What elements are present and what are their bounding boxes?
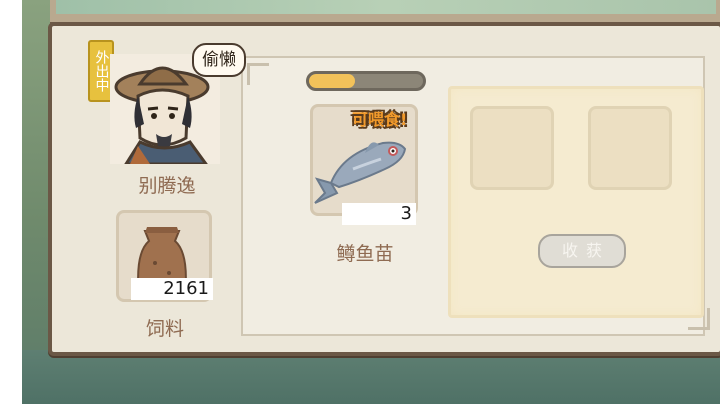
game-scene: 外出中 偷懒 别腾逸 2161 饲料 可喂食! 3 鳟鱼苗 收获 (22, 0, 720, 404)
harvest-button[interactable]: 收获 (538, 234, 626, 268)
growth-progress-fill (309, 74, 355, 88)
growth-progress-bar (306, 71, 426, 91)
fish-label: 鳟鱼苗 (336, 243, 394, 265)
thought-bubble: 偷懒 (192, 43, 246, 77)
corner-ornament (247, 63, 269, 85)
feed-label: 饲料 (145, 318, 184, 340)
harvest-slot-1[interactable] (470, 106, 554, 190)
top-pond-strip (56, 0, 716, 14)
pond-water (22, 350, 720, 404)
feed-count: 2161 (131, 278, 213, 300)
fish-pond-panel: 外出中 偷懒 别腾逸 2161 饲料 可喂食! 3 鳟鱼苗 收获 (48, 22, 720, 356)
harvest-slot-2[interactable] (588, 106, 672, 190)
character-name: 别腾逸 (138, 175, 196, 197)
fish-count: 3 (342, 203, 416, 225)
feedable-notice: 可喂食! (352, 110, 408, 129)
